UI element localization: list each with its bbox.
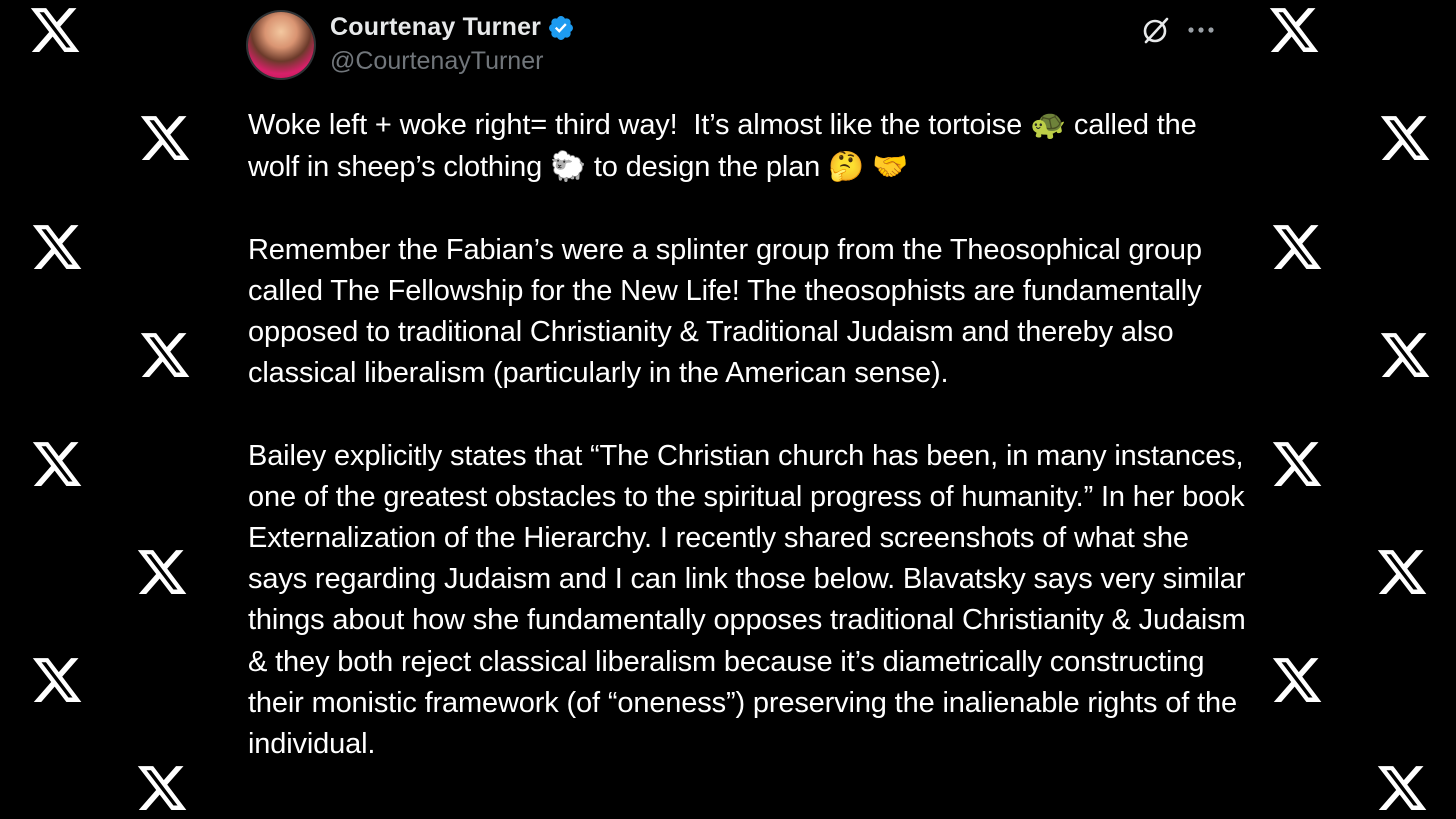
x-logo-icon: [138, 111, 192, 165]
x-logo-icon: [1270, 437, 1324, 491]
x-logo-icon: [135, 761, 189, 815]
tweet-paragraph-1: Woke left + woke right= third way! It’s …: [248, 104, 1248, 188]
x-logo-icon: [30, 437, 84, 491]
tweet-text-segment: to design the plan: [585, 151, 829, 184]
turtle-emoji: 🐢: [1030, 107, 1067, 141]
tweet-text-segment: Woke left + woke right= third way! It’s …: [248, 109, 1031, 141]
grok-slash-circle-icon[interactable]: [1140, 14, 1172, 46]
sheep-emoji: 🐑: [550, 149, 586, 184]
x-logo-icon: [30, 220, 84, 274]
x-logo-icon: [1270, 653, 1324, 707]
tweet-paragraph-2: Remember the Fabian’s were a splinter gr…: [248, 233, 1210, 390]
author-handle[interactable]: @CourtenayTurner: [330, 47, 543, 76]
x-logo-icon: [135, 545, 189, 599]
x-logo-icon: [1378, 328, 1432, 382]
x-logo-icon: [1267, 3, 1321, 57]
author-name-row: Courtenay Turner: [330, 13, 575, 42]
x-logo-icon: [1378, 111, 1432, 165]
x-logo-icon: [1375, 545, 1429, 599]
tweet-text-segment: [864, 151, 872, 183]
x-logo-icon: [28, 3, 82, 57]
handshake-emoji: 🤝: [871, 149, 908, 184]
avatar[interactable]: [248, 12, 314, 78]
x-logo-icon: [1270, 220, 1324, 274]
tweet-text: Woke left + woke right= third way! It’s …: [248, 104, 1248, 765]
thinking-face-emoji: 🤔: [828, 149, 865, 184]
verified-badge-icon: [549, 15, 574, 40]
tweet-paragraph-3: Bailey explicitly states that “The Chris…: [248, 439, 1254, 761]
author-display-name[interactable]: Courtenay Turner: [330, 13, 541, 42]
x-logo-icon: [1375, 761, 1429, 815]
x-logo-icon: [30, 653, 84, 707]
x-logo-icon: [138, 328, 192, 382]
more-horizontal-icon[interactable]: [1186, 18, 1216, 42]
